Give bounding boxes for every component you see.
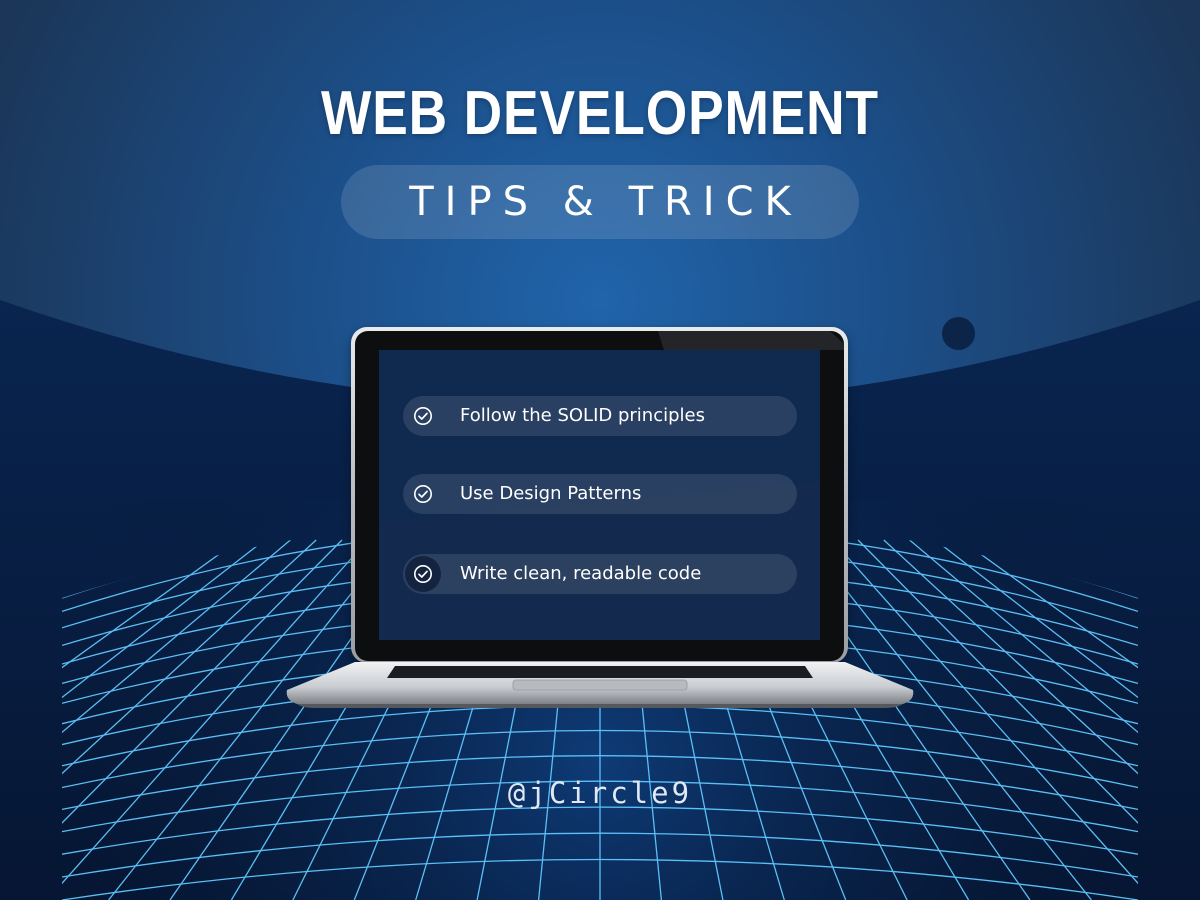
keyboard xyxy=(387,666,813,678)
tip-item-3: Write clean, readable code xyxy=(403,554,797,594)
tip-item-2: Use Design Patterns xyxy=(403,474,797,514)
author-handle: @jCircle9 xyxy=(507,776,693,810)
tip-label: Use Design Patterns xyxy=(460,483,642,504)
tip-label: Follow the SOLID principles xyxy=(460,405,705,426)
laptop-base xyxy=(286,662,914,708)
check-circle-icon xyxy=(414,407,432,425)
headline: WEB DEVELOPMENT xyxy=(321,79,879,148)
check-circle-icon xyxy=(414,565,432,583)
decorative-dot xyxy=(942,317,975,350)
tip-label: Write clean, readable code xyxy=(460,563,702,584)
tip-item-1: Follow the SOLID principles xyxy=(403,396,797,436)
check-circle-icon xyxy=(414,485,432,503)
subtitle: TIPS & TRICK xyxy=(409,179,802,225)
subtitle-pill: TIPS & TRICK xyxy=(341,165,859,239)
trackpad xyxy=(512,679,688,691)
poster: WEB DEVELOPMENT TIPS & TRICK Follow the … xyxy=(0,0,1200,900)
